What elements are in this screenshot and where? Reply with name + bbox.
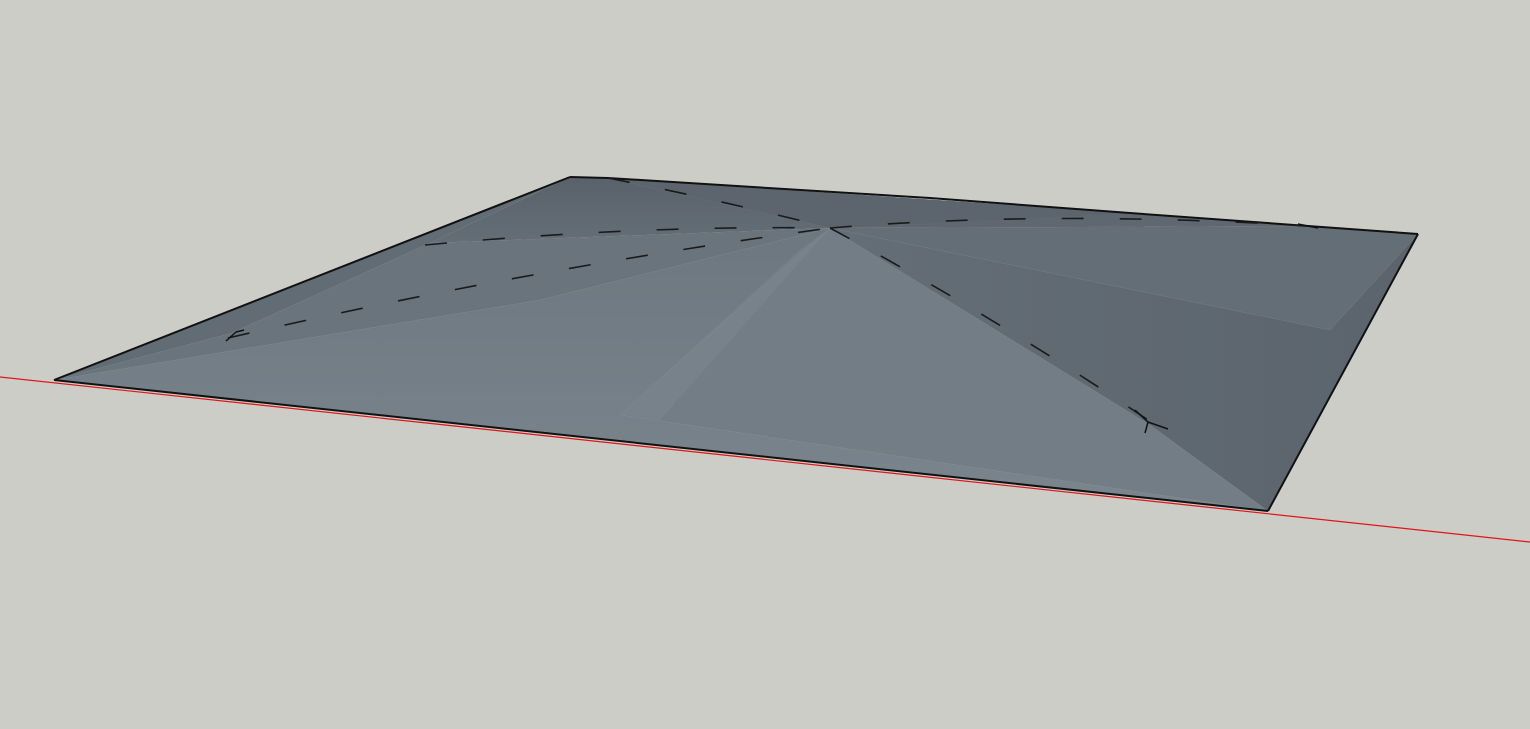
canopy-surface[interactable]: [54, 177, 1418, 511]
3d-scene-canvas[interactable]: [0, 0, 1530, 729]
modeling-viewport[interactable]: [0, 0, 1530, 729]
